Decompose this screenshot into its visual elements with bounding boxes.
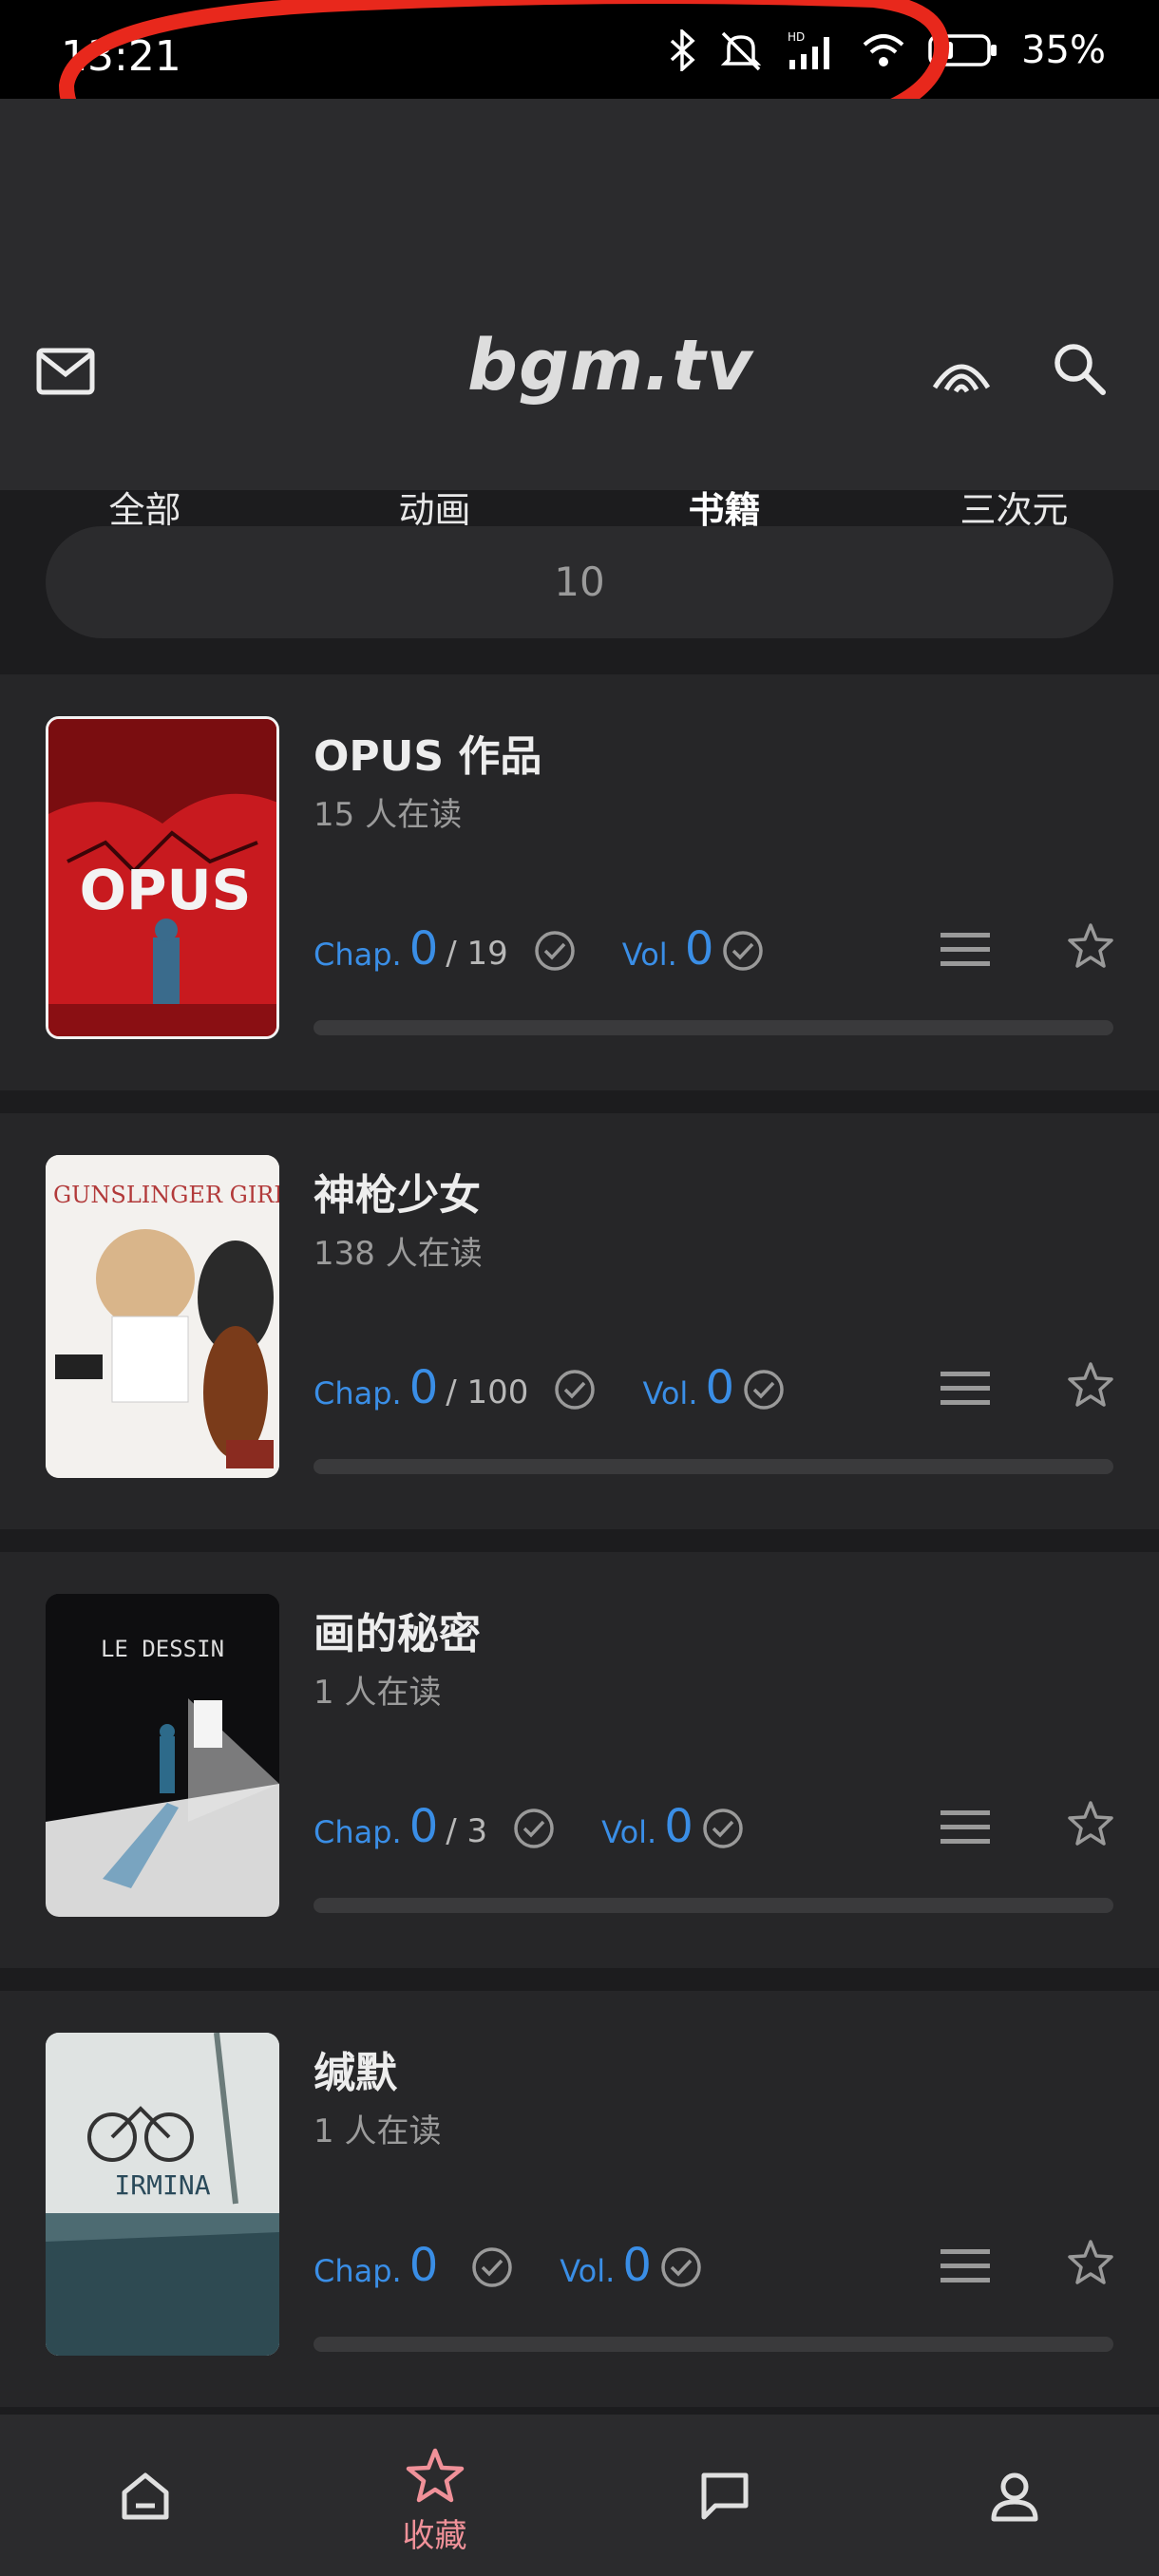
item-title[interactable]: 神枪少女 bbox=[314, 1161, 481, 1222]
svg-text:IRMINA: IRMINA bbox=[114, 2169, 210, 2201]
menu-icon[interactable] bbox=[940, 2247, 990, 2285]
list-item[interactable]: GUNSLINGER GIRL 神枪少女 138 人在读 Chap. 0 / 1… bbox=[0, 1113, 1159, 1529]
svg-text:GUNSLINGER GIRL: GUNSLINGER GIRL bbox=[53, 1182, 279, 1208]
item-title[interactable]: OPUS 作品 bbox=[314, 722, 542, 783]
progress-row: Chap. 0 / 100 Vol. 0 bbox=[314, 1345, 831, 1411]
book-cover-irmina[interactable]: IRMINA bbox=[46, 2033, 279, 2356]
star-icon[interactable] bbox=[1066, 1799, 1115, 1848]
check-circle-icon[interactable] bbox=[533, 929, 577, 973]
item-reading-count: 1 人在读 bbox=[314, 2112, 442, 2150]
item-reading-count: 1 人在读 bbox=[314, 1674, 442, 1712]
search-icon[interactable] bbox=[1053, 342, 1106, 395]
item-title[interactable]: 缄默 bbox=[314, 2038, 397, 2099]
check-circle-icon[interactable] bbox=[721, 929, 765, 973]
wifi-icon bbox=[863, 34, 904, 66]
list-item[interactable]: LE DESSIN 画的秘密 1 人在读 Chap. 0 / 3 Vol. 0 bbox=[0, 1552, 1159, 1968]
svg-text:OPUS: OPUS bbox=[80, 858, 252, 922]
svg-text:HD: HD bbox=[788, 30, 805, 44]
nav-collection-label: 收藏 bbox=[402, 2517, 467, 2555]
battery-percent: 35% bbox=[1021, 28, 1106, 72]
star-icon[interactable] bbox=[1066, 1360, 1115, 1410]
star-icon bbox=[406, 2448, 464, 2503]
item-reading-count: 15 人在读 bbox=[314, 796, 463, 834]
progress-bar bbox=[314, 1898, 1113, 1913]
chap-value[interactable]: 0 bbox=[409, 925, 439, 973]
progress-row: Chap. 0 / 3 Vol. 0 bbox=[314, 1784, 790, 1850]
vol-value[interactable]: 0 bbox=[664, 1803, 694, 1850]
item-title[interactable]: 画的秘密 bbox=[314, 1600, 481, 1660]
home-icon bbox=[122, 2472, 168, 2520]
check-circle-icon[interactable] bbox=[470, 2245, 514, 2289]
vol-label: Vol. bbox=[621, 937, 677, 973]
chap-value[interactable]: 0 bbox=[409, 1803, 439, 1850]
chap-label: Chap. bbox=[314, 937, 402, 973]
mute-bell-icon bbox=[720, 31, 762, 71]
vol-value[interactable]: 0 bbox=[685, 925, 714, 973]
pager-pill[interactable]: 10 bbox=[46, 526, 1113, 638]
progress-bar bbox=[314, 2337, 1113, 2352]
nav-collection[interactable]: 收藏 bbox=[290, 2415, 580, 2576]
vol-value[interactable]: 0 bbox=[705, 1364, 734, 1411]
star-icon[interactable] bbox=[1066, 2238, 1115, 2287]
star-icon[interactable] bbox=[1066, 921, 1115, 971]
progress-bar bbox=[314, 1020, 1113, 1035]
nav-home[interactable] bbox=[0, 2415, 290, 2576]
chap-total: / 3 bbox=[446, 1812, 488, 1850]
vol-value[interactable]: 0 bbox=[622, 2242, 652, 2289]
chap-label: Chap. bbox=[314, 2253, 402, 2289]
chap-label: Chap. bbox=[314, 1375, 402, 1411]
menu-icon[interactable] bbox=[940, 1370, 990, 1408]
menu-icon[interactable] bbox=[940, 1809, 990, 1847]
user-icon bbox=[991, 2472, 1037, 2522]
vol-label: Vol. bbox=[601, 1814, 657, 1850]
signal-icon: HD bbox=[788, 30, 830, 69]
chap-value[interactable]: 0 bbox=[409, 2242, 439, 2289]
menu-icon[interactable] bbox=[940, 931, 990, 969]
chap-value[interactable]: 0 bbox=[409, 1364, 439, 1411]
progress-row: Chap. 0 Vol. 0 bbox=[314, 2223, 749, 2289]
chap-label: Chap. bbox=[314, 1814, 402, 1850]
vol-label: Vol. bbox=[642, 1375, 698, 1411]
chap-total: / 100 bbox=[446, 1373, 529, 1411]
list-item[interactable]: IRMINA 缄默 1 人在读 Chap. 0 Vol. 0 bbox=[0, 1991, 1159, 2407]
bottom-nav: 收藏 bbox=[0, 2415, 1159, 2576]
battery-icon bbox=[928, 34, 998, 66]
svg-text:LE DESSIN: LE DESSIN bbox=[101, 1636, 224, 1662]
book-cover-le-dessin[interactable]: LE DESSIN bbox=[46, 1594, 279, 1917]
chap-total: / 19 bbox=[446, 935, 508, 973]
list-item[interactable]: OPUS OPUS 作品 15 人在读 Chap. 0 / 19 Vol. 0 bbox=[0, 674, 1159, 1090]
book-cover-gunslinger-girl[interactable]: GUNSLINGER GIRL bbox=[46, 1155, 279, 1478]
check-circle-icon[interactable] bbox=[701, 1807, 745, 1850]
vol-label: Vol. bbox=[560, 2253, 616, 2289]
progress-row: Chap. 0 / 19 Vol. 0 bbox=[314, 906, 810, 973]
nav-profile[interactable] bbox=[869, 2415, 1159, 2576]
check-circle-icon[interactable] bbox=[659, 2245, 703, 2289]
mail-icon[interactable] bbox=[36, 348, 95, 395]
nav-messages[interactable] bbox=[580, 2415, 869, 2576]
broadcast-icon[interactable] bbox=[929, 342, 994, 395]
check-circle-icon[interactable] bbox=[553, 1368, 597, 1411]
check-circle-icon[interactable] bbox=[512, 1807, 556, 1850]
app-header: bgm.tv 全部 动画 书籍 三次元 bbox=[0, 99, 1159, 578]
status-icons: HD 35% bbox=[668, 28, 1106, 72]
app-logo: bgm.tv bbox=[467, 325, 753, 407]
check-circle-icon[interactable] bbox=[742, 1368, 786, 1411]
status-bar: 13:21 HD 35% bbox=[0, 0, 1159, 99]
book-cover-opus[interactable]: OPUS bbox=[46, 716, 279, 1039]
status-time: 13:21 bbox=[61, 32, 181, 81]
item-reading-count: 138 人在读 bbox=[314, 1235, 483, 1273]
progress-bar bbox=[314, 1459, 1113, 1474]
chat-icon bbox=[701, 2472, 748, 2520]
bluetooth-icon bbox=[670, 29, 695, 71]
